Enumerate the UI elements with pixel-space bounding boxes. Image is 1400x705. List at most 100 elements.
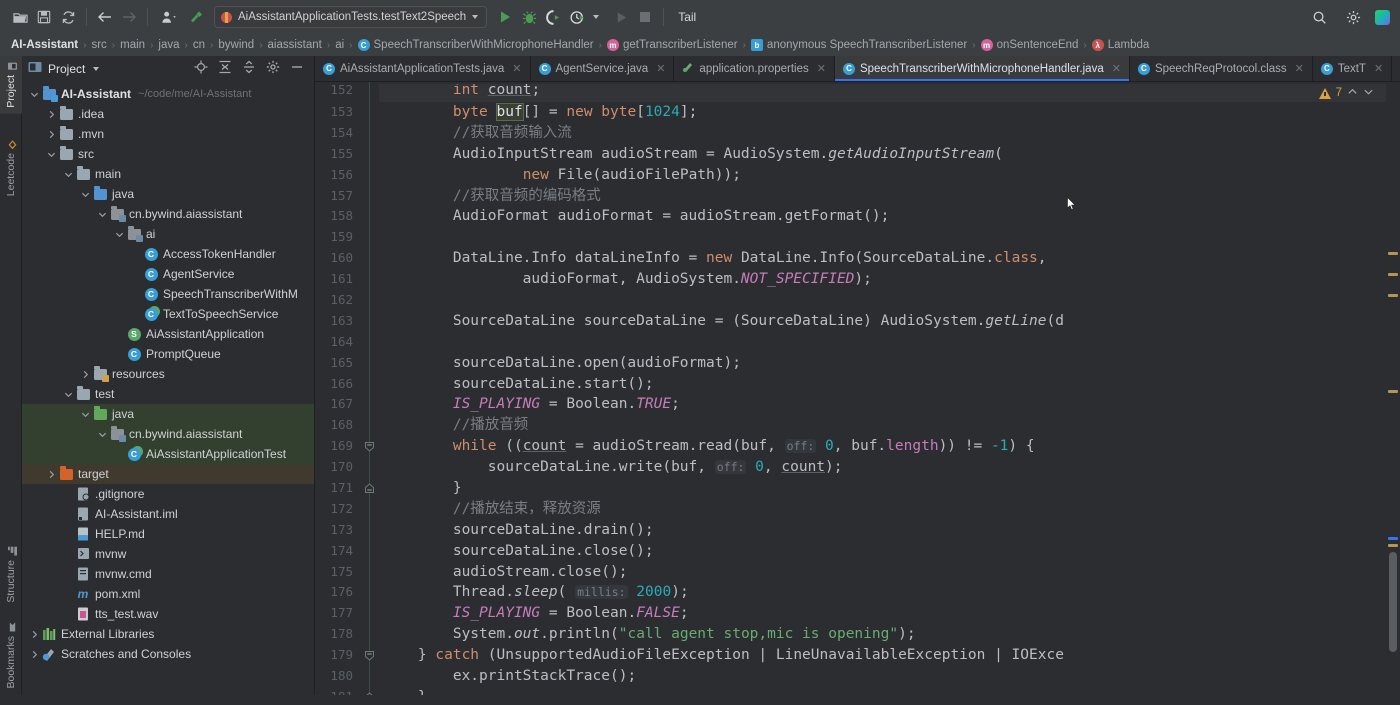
tree-item-help-md[interactable]: HELP.md (22, 524, 314, 544)
code-line[interactable]: ex.printStackTrace(); (379, 666, 1400, 687)
line-number[interactable]: 162 (315, 290, 353, 311)
breadcrumb-item-gettranscriberlistener[interactable]: m getTranscriberListener (602, 39, 743, 51)
line-number[interactable]: 180 (315, 666, 353, 687)
line-number[interactable]: 164 (315, 332, 353, 353)
code-line[interactable]: System.out.println("call agent stop,mic … (379, 624, 1400, 645)
line-number[interactable]: 167 (315, 394, 353, 415)
code-line[interactable]: audioStream.close(); (379, 562, 1400, 583)
close-icon[interactable]: ✕ (817, 62, 826, 75)
editor-scrollbar-gutter[interactable] (1386, 82, 1400, 695)
code-line[interactable]: new File(audioFilePath)); (379, 165, 1400, 186)
editor-tab-textt[interactable]: C TextT ✕ (1313, 56, 1393, 81)
chevron-down-icon[interactable] (79, 410, 92, 419)
code-line[interactable]: sourceDataLine.open(audioFormat); (379, 353, 1400, 374)
line-number[interactable]: 173 (315, 520, 353, 541)
code-line[interactable]: sourceDataLine.write(buf, off: 0, count)… (379, 457, 1400, 478)
line-number[interactable]: 161 (315, 269, 353, 290)
code-line[interactable]: int count; (379, 84, 1400, 102)
breadcrumb-item-lambda[interactable]: λ Lambda (1087, 39, 1155, 51)
line-number[interactable]: 153 (315, 102, 353, 123)
tree-item-java[interactable]: java (22, 404, 314, 424)
warning-marker[interactable] (1388, 544, 1398, 547)
caret-position-marker[interactable] (1388, 537, 1398, 540)
code-line[interactable]: sourceDataLine.close(); (379, 541, 1400, 562)
code-line[interactable]: //获取音频的编码格式 (379, 186, 1400, 207)
line-number[interactable]: 169 (315, 436, 353, 457)
code-line[interactable]: AudioInputStream audioStream = AudioSyst… (379, 144, 1400, 165)
breadcrumb-item-speechtranscriberwithmicrophonehandler[interactable]: C SpeechTranscriberWithMicrophoneHandler (353, 39, 599, 51)
sync-icon[interactable] (56, 5, 80, 29)
close-icon[interactable]: ✕ (512, 62, 521, 75)
editor-tab-speechtranscriberwithmicrophonehandler-java[interactable]: C SpeechTranscriberWithMicrophoneHandler.… (834, 56, 1130, 81)
fold-collapse-icon[interactable] (364, 648, 375, 662)
tree-item-src[interactable]: src (22, 144, 314, 164)
tree-item-main[interactable]: main (22, 164, 314, 184)
sidebar-item-bookmarks[interactable]: Bookmarks (0, 617, 22, 695)
tree-item-pom-xml[interactable]: m pom.xml (22, 584, 314, 604)
breadcrumb-item-main[interactable]: main (115, 39, 150, 51)
tree-item-scratches-and-consoles[interactable]: Scratches and Consoles (22, 644, 314, 664)
tree-item-agentservice[interactable]: C AgentService (22, 264, 314, 284)
line-number[interactable]: 170 (315, 457, 353, 478)
chevron-down-icon[interactable] (93, 67, 100, 71)
tree-item-ai[interactable]: ai (22, 224, 314, 244)
chevron-down-icon[interactable] (62, 170, 75, 179)
hide-panel-icon[interactable] (290, 60, 304, 79)
fold-expand-icon[interactable] (364, 481, 375, 494)
open-folder-icon[interactable] (8, 5, 32, 29)
tree-item-external-libraries[interactable]: External Libraries (22, 624, 314, 644)
tree-item-tts-test-wav[interactable]: tts_test.wav (22, 604, 314, 624)
line-number[interactable]: 152 (315, 84, 353, 102)
close-icon[interactable]: ✕ (1295, 62, 1304, 75)
code-line[interactable]: DataLine.Info dataLineInfo = new DataLin… (379, 248, 1400, 269)
run-configuration-selector[interactable]: AiAssistantApplicationTests.testText2Spe… (214, 6, 488, 28)
tree-item-cn-bywind-aiassistant[interactable]: cn.bywind.aiassistant (22, 204, 314, 224)
chevron-down-icon[interactable] (1363, 86, 1374, 100)
code-fold-gutter[interactable] (361, 82, 379, 695)
run-with-coverage-button[interactable] (541, 5, 565, 29)
avatar[interactable] (1375, 9, 1390, 25)
breadcrumb-item-onsentenceend[interactable]: m onSentenceEnd (976, 39, 1084, 51)
code-line[interactable]: } catch (UnsupportedAudioFileException |… (379, 645, 1400, 666)
tree-item-java[interactable]: java (22, 184, 314, 204)
code-line[interactable] (379, 227, 1400, 248)
line-number[interactable]: 174 (315, 541, 353, 562)
tree-item--mvn[interactable]: .mvn (22, 124, 314, 144)
sidebar-item-structure[interactable]: Structure (0, 541, 22, 609)
line-number[interactable]: 177 (315, 603, 353, 624)
save-icon[interactable] (32, 5, 56, 29)
code-line[interactable]: IS_PLAYING = Boolean.FALSE; (379, 603, 1400, 624)
code-line[interactable]: while ((count = audioStream.read(buf, of… (379, 436, 1400, 457)
code-line[interactable]: sourceDataLine.drain(); (379, 520, 1400, 541)
tree-item-aiassistantapplication[interactable]: S AiAssistantApplication (22, 324, 314, 344)
breadcrumb-item-bywind[interactable]: bywind (213, 39, 259, 51)
editor-tab-aiassistantapplicationtests-java[interactable]: C AiAssistantApplicationTests.java ✕ (315, 56, 531, 81)
run-button[interactable] (493, 5, 517, 29)
inspection-widget[interactable]: 7 (1318, 86, 1374, 100)
line-number[interactable]: 181 (315, 687, 353, 695)
code-line[interactable]: audioFormat, AudioSystem.NOT_SPECIFIED); (379, 269, 1400, 290)
breadcrumb-item-aiassistant[interactable]: aiassistant (263, 39, 327, 51)
code-line[interactable] (379, 290, 1400, 311)
line-number[interactable]: 159 (315, 227, 353, 248)
close-icon[interactable]: ✕ (1112, 62, 1121, 75)
editor-tab-application-properties[interactable]: application.properties ✕ (674, 56, 835, 81)
code-line[interactable]: sourceDataLine.start(); (379, 374, 1400, 395)
tree-item--idea[interactable]: .idea (22, 104, 314, 124)
code-line[interactable]: } (379, 478, 1400, 499)
close-icon[interactable]: ✕ (1374, 62, 1383, 75)
expand-icon[interactable] (242, 60, 256, 79)
tree-item-mvnw-cmd[interactable]: mvnw.cmd (22, 564, 314, 584)
tree-item-ai-assistant[interactable]: AI-Assistant ~/code/me/AI-Assistant (22, 84, 314, 104)
fold-collapse-icon[interactable] (364, 439, 375, 453)
locate-file-icon[interactable] (194, 60, 208, 79)
code-line[interactable]: //播放音频 (379, 415, 1400, 436)
chevron-down-icon[interactable] (79, 190, 92, 199)
chevron-down-icon[interactable] (96, 210, 109, 219)
breadcrumb-item-java[interactable]: java (153, 39, 184, 51)
line-number[interactable]: 175 (315, 562, 353, 583)
line-number[interactable]: 172 (315, 499, 353, 520)
editor-tab-speechreqprotocol-class[interactable]: C SpeechReqProtocol.class ✕ (1130, 56, 1313, 81)
warning-marker[interactable] (1388, 252, 1398, 255)
line-number[interactable]: 163 (315, 311, 353, 332)
